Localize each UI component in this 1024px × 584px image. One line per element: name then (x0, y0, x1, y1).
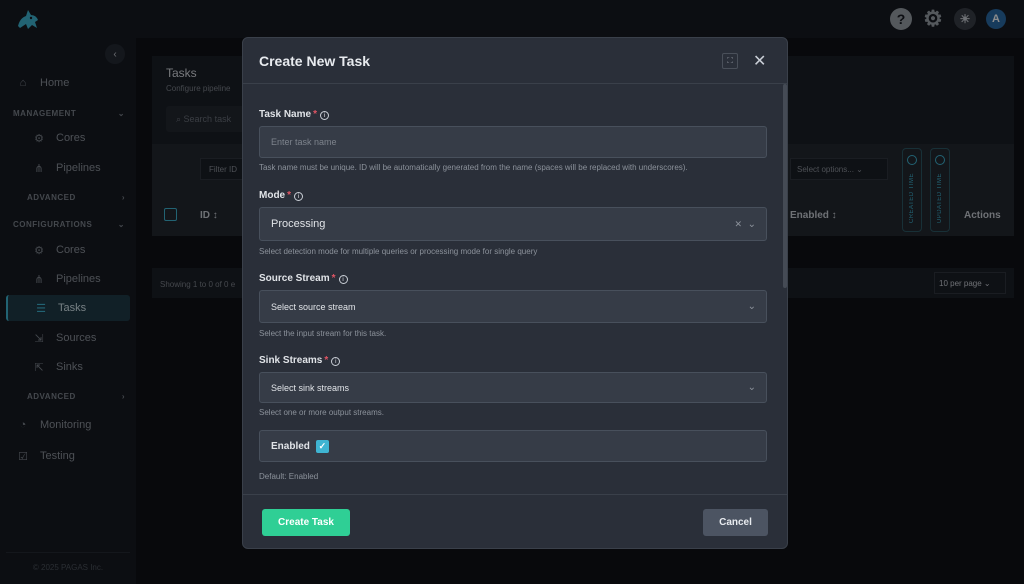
source-stream-label: Source Stream * i (259, 273, 348, 284)
chevron-down-icon: ⌄ (747, 301, 756, 312)
info-icon[interactable]: i (319, 111, 329, 120)
enabled-row: Enabled ✓ (259, 430, 767, 462)
modal-scrollbar[interactable] (783, 84, 787, 288)
info-icon[interactable]: i (294, 192, 304, 201)
chevron-down-icon: ⌄ (747, 382, 756, 393)
close-icon[interactable]: ✕ (753, 51, 766, 71)
mode-hint: Select detection mode for multiple queri… (259, 247, 538, 256)
info-icon[interactable]: i (338, 275, 348, 284)
sink-streams-select[interactable]: Select sink streams ⌄ (259, 372, 767, 403)
source-stream-hint: Select the input stream for this task. (259, 329, 387, 338)
modal-title: Create New Task (259, 53, 371, 69)
task-name-input[interactable] (271, 137, 766, 147)
task-name-hint: Task name must be unique. ID will be aut… (259, 163, 688, 172)
create-task-button[interactable]: Create Task (262, 509, 350, 536)
info-icon[interactable]: i (331, 357, 341, 366)
chevron-down-icon: ⌄ (747, 218, 756, 230)
modal-header: Create New Task ⛶ ✕ (243, 38, 787, 84)
clear-icon[interactable]: ✕ (734, 219, 742, 230)
enabled-hint: Default: Enabled (259, 472, 319, 481)
cancel-button[interactable]: Cancel (703, 509, 768, 536)
sink-streams-label: Sink Streams * i (259, 355, 341, 366)
sink-streams-hint: Select one or more output streams. (259, 408, 384, 417)
create-task-modal: Create New Task ⛶ ✕ Task Name*i Task nam… (242, 37, 788, 549)
modal-footer: Create Task Cancel (243, 494, 787, 549)
source-stream-select[interactable]: Select source stream ⌄ (259, 290, 767, 323)
mode-select[interactable]: Processing ✕ ⌄ (259, 207, 767, 241)
task-name-label: Task Name * i (259, 109, 329, 120)
task-name-field[interactable] (259, 126, 767, 158)
mode-label: Mode * i (259, 190, 304, 201)
expand-icon[interactable]: ⛶ (722, 53, 738, 69)
enabled-checkbox[interactable]: ✓ (315, 439, 329, 453)
modal-body: Task Name*i Task name must be unique. ID… (243, 85, 787, 493)
